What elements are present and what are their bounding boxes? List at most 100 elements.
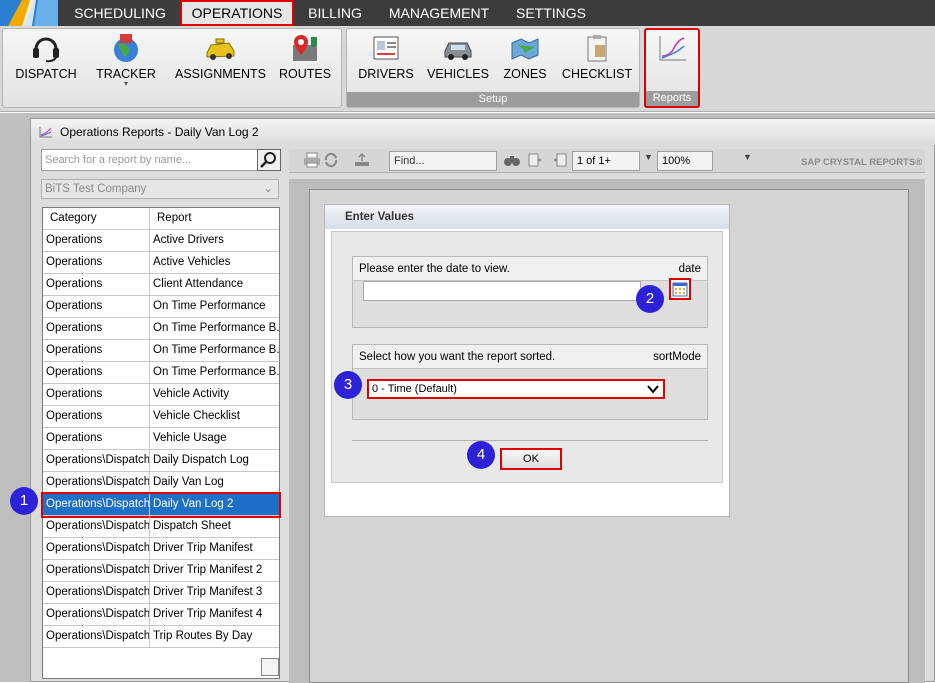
table-row[interactable]: Operations\Dispatch Driver Trip Manifest xyxy=(43,538,279,560)
calendar-button[interactable] xyxy=(669,278,691,300)
table-row[interactable]: Operations\Dispatch Daily Van Log xyxy=(43,472,279,494)
chevron-down-icon: ⌄ xyxy=(263,183,273,195)
table-row[interactable]: Operations Active Vehicles xyxy=(43,252,279,274)
category-cell: Operations\Dispatch xyxy=(43,604,150,625)
category-cell: Operations xyxy=(43,428,150,449)
assignments-label: ASSIGNMENTS xyxy=(175,67,266,81)
refresh-icon[interactable] xyxy=(323,152,339,168)
dispatch-label: DISPATCH xyxy=(15,67,77,81)
enter-values-dialog: Enter Values Please enter the date to vi… xyxy=(324,204,730,517)
report-cell: Daily Van Log xyxy=(153,476,224,488)
menu-operations[interactable]: OPERATIONS xyxy=(180,0,294,26)
category-cell: Operations xyxy=(43,340,150,361)
search-input[interactable]: Search for a report by name... xyxy=(41,149,259,171)
reports-group-caption: Reports xyxy=(646,91,698,106)
map-pin-icon xyxy=(293,35,317,61)
dialog-title: Enter Values xyxy=(325,205,729,229)
find-input[interactable]: Find... xyxy=(389,151,497,171)
table-row[interactable]: Operations Vehicle Usage xyxy=(43,428,279,450)
table-row[interactable]: Operations Vehicle Activity xyxy=(43,384,279,406)
category-cell: Operations\Dispatch xyxy=(43,450,150,471)
sort-mode-select[interactable]: 0 - Time (Default) xyxy=(367,379,665,399)
column-header-category[interactable]: Category xyxy=(43,208,150,229)
table-row[interactable]: Operations Client Attendance xyxy=(43,274,279,296)
routes-button[interactable]: ROUTES xyxy=(273,33,337,81)
report-cell: Active Vehicles xyxy=(153,256,231,268)
page-nav-icon[interactable] xyxy=(527,152,543,168)
vehicles-button[interactable]: VEHICLES xyxy=(423,33,493,81)
step-badge-2: 2 xyxy=(636,285,664,313)
report-cell: Trip Routes By Day xyxy=(153,630,253,642)
menu-scheduling[interactable]: SCHEDULING xyxy=(64,0,176,26)
goto-page-icon[interactable] xyxy=(551,152,567,168)
chart-icon xyxy=(39,127,52,138)
dispatch-button[interactable]: DISPATCH xyxy=(9,33,83,81)
sort-parameter-section: Select how you want the report sorted. s… xyxy=(352,344,708,420)
category-cell: Operations xyxy=(43,274,150,295)
binoculars-icon[interactable] xyxy=(503,152,521,168)
table-row[interactable]: Operations On Time Performance B... xyxy=(43,362,279,384)
report-cell: Vehicle Checklist xyxy=(153,410,240,422)
date-input[interactable] xyxy=(363,281,641,301)
table-row[interactable]: Operations\Dispatch Driver Trip Manifest … xyxy=(43,560,279,582)
table-row[interactable]: Operations\Dispatch Driver Trip Manifest … xyxy=(43,582,279,604)
checklist-button[interactable]: CHECKLIST xyxy=(557,33,637,81)
report-cell: On Time Performance xyxy=(153,300,266,312)
table-row[interactable]: Operations\Dispatch Daily Van Log 2 xyxy=(41,492,281,518)
menu-management[interactable]: MANAGEMENT xyxy=(380,0,498,26)
chevron-down-icon xyxy=(647,385,659,394)
report-cell: Client Attendance xyxy=(153,278,244,290)
grid-corner-button[interactable] xyxy=(261,658,279,676)
step-badge-1: 1 xyxy=(10,487,38,515)
assignments-button[interactable]: ASSIGNMENTS xyxy=(175,33,266,81)
category-cell: Operations xyxy=(43,384,150,405)
table-row[interactable]: Operations Active Drivers xyxy=(43,230,279,252)
reports-button[interactable]: Reports xyxy=(644,28,700,108)
column-header-report[interactable]: Report xyxy=(150,208,279,229)
report-grid: Category Report Operations Active Drivers… xyxy=(41,207,281,679)
table-row[interactable]: Operations\Dispatch Daily Dispatch Log xyxy=(43,450,279,472)
window-titlebar: Operations Reports - Daily Van Log 2 xyxy=(31,119,935,145)
category-cell: Operations\Dispatch xyxy=(43,494,150,515)
category-cell: Operations xyxy=(43,296,150,317)
chevron-down-icon[interactable]: ▼ xyxy=(644,152,653,162)
dialog-body: Please enter the date to view. date Sele… xyxy=(331,231,723,483)
grid-header: Category Report xyxy=(43,208,279,230)
routes-label: ROUTES xyxy=(278,67,332,81)
dialog-divider xyxy=(352,440,708,441)
export-icon[interactable] xyxy=(353,152,371,168)
report-cell: Driver Trip Manifest 2 xyxy=(153,564,263,576)
chevron-down-icon[interactable]: ▼ xyxy=(743,152,752,162)
company-select[interactable]: BiTS Test Company ⌄ xyxy=(41,179,279,199)
ok-button[interactable]: OK xyxy=(500,448,562,470)
step-badge-3: 3 xyxy=(334,371,362,399)
clipboard-icon xyxy=(587,35,607,62)
table-row[interactable]: Operations On Time Performance B... xyxy=(43,318,279,340)
drivers-button[interactable]: DRIVERS xyxy=(353,33,419,81)
zoom-select[interactable]: 100% xyxy=(657,151,713,171)
zones-button[interactable]: ZONES xyxy=(497,33,553,81)
print-icon[interactable] xyxy=(303,152,321,168)
table-row[interactable]: Operations\Dispatch Dispatch Sheet xyxy=(43,516,279,538)
id-card-icon xyxy=(373,36,399,60)
category-cell: Operations xyxy=(43,318,150,339)
category-cell: Operations\Dispatch xyxy=(43,538,150,559)
search-button[interactable] xyxy=(257,149,281,171)
table-row[interactable]: Operations\Dispatch Trip Routes By Day xyxy=(43,626,279,648)
page-indicator[interactable]: 1 of 1+ xyxy=(572,151,640,171)
menu-billing[interactable]: BILLING xyxy=(298,0,372,26)
category-cell: Operations xyxy=(43,362,150,383)
map-icon xyxy=(511,38,539,60)
top-menu-bar: SCHEDULING OPERATIONS BILLING MANAGEMENT… xyxy=(0,0,935,26)
table-row[interactable]: Operations Vehicle Checklist xyxy=(43,406,279,428)
tracker-button[interactable]: TRACKER ▾ xyxy=(89,33,163,88)
setup-group-caption: Setup xyxy=(347,92,639,107)
checklist-label: CHECKLIST xyxy=(561,67,633,81)
taxi-icon xyxy=(206,38,235,60)
category-cell: Operations xyxy=(43,230,150,251)
table-row[interactable]: Operations On Time Performance xyxy=(43,296,279,318)
report-cell: Dispatch Sheet xyxy=(153,520,231,532)
table-row[interactable]: Operations On Time Performance B... xyxy=(43,340,279,362)
menu-settings[interactable]: SETTINGS xyxy=(506,0,596,26)
table-row[interactable]: Operations\Dispatch Driver Trip Manifest … xyxy=(43,604,279,626)
